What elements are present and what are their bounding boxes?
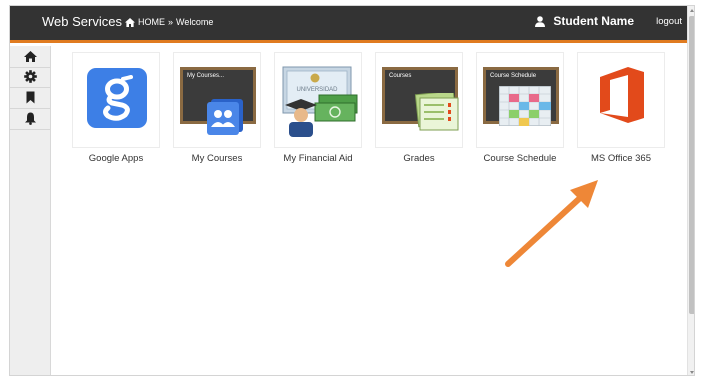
annotation-arrow [505, 180, 598, 267]
ms-office-icon [600, 67, 644, 123]
brand-title[interactable]: Web Services [42, 14, 122, 29]
user-menu[interactable]: Student Name [535, 14, 634, 28]
app-grades[interactable]: Courses Grades [371, 52, 467, 182]
app-label: Grades [403, 153, 435, 164]
app-tile [577, 52, 665, 148]
app-ms-office-365[interactable]: MS Office 365 [573, 52, 669, 182]
app-label: My Financial Aid [283, 153, 353, 164]
google-apps-icon [87, 68, 147, 128]
app-tile: My Courses... [173, 52, 261, 148]
sidebar-divider [10, 108, 50, 109]
financial-aid-icon: UNIVERSIDAD [282, 66, 358, 137]
app-course-schedule[interactable]: Course Schedule Course Schedule [472, 52, 568, 182]
app-label: Google Apps [88, 153, 144, 164]
board-text: Courses [389, 73, 412, 79]
app-google-apps[interactable]: Google Apps [68, 52, 164, 182]
breadcrumb-home[interactable]: HOME [138, 17, 165, 27]
sidebar-divider [10, 87, 50, 88]
sidebar-divider [10, 129, 50, 130]
gear-icon[interactable] [24, 70, 37, 83]
top-navbar: Web Services HOME » Welcome Student Name… [10, 6, 687, 43]
browser-frame: Web Services HOME » Welcome Student Name… [9, 5, 695, 376]
app-my-courses[interactable]: My Courses... My Courses [169, 52, 265, 182]
my-courses-icon [207, 99, 243, 135]
course-schedule-icon [499, 86, 551, 126]
home-icon[interactable] [24, 50, 37, 63]
app-grid: Google Apps My Courses... My Courses UNI… [68, 52, 678, 182]
breadcrumb-current: Welcome [176, 17, 214, 27]
sidebar [10, 46, 51, 375]
bell-icon[interactable] [24, 112, 37, 125]
diploma-text: UNIVERSIDAD [296, 87, 338, 93]
app-tile [72, 52, 160, 148]
app-label: My Courses [191, 153, 243, 164]
vertical-scrollbar[interactable] [687, 6, 694, 375]
app-my-financial-aid[interactable]: UNIVERSIDAD My Financial Aid [270, 52, 366, 182]
breadcrumb: HOME » Welcome [125, 17, 213, 27]
board-text: Course Schedule [490, 73, 537, 79]
app-label: Course Schedule [483, 153, 557, 164]
app-tile: Courses [375, 52, 463, 148]
user-name: Student Name [553, 14, 634, 28]
app-label: MS Office 365 [590, 153, 652, 164]
bookmark-icon[interactable] [24, 91, 37, 104]
scroll-thumb[interactable] [689, 16, 694, 314]
breadcrumb-separator: » [168, 17, 174, 27]
scroll-up-arrow[interactable] [690, 9, 694, 12]
home-icon [125, 17, 135, 27]
sidebar-divider [10, 67, 50, 68]
logout-link[interactable]: logout [656, 16, 682, 27]
app-tile: Course Schedule [476, 52, 564, 148]
board-text: My Courses... [187, 73, 225, 79]
user-icon [535, 15, 546, 27]
app-tile: UNIVERSIDAD [274, 52, 362, 148]
grades-icon [414, 93, 459, 131]
scroll-down-arrow[interactable] [690, 371, 694, 374]
